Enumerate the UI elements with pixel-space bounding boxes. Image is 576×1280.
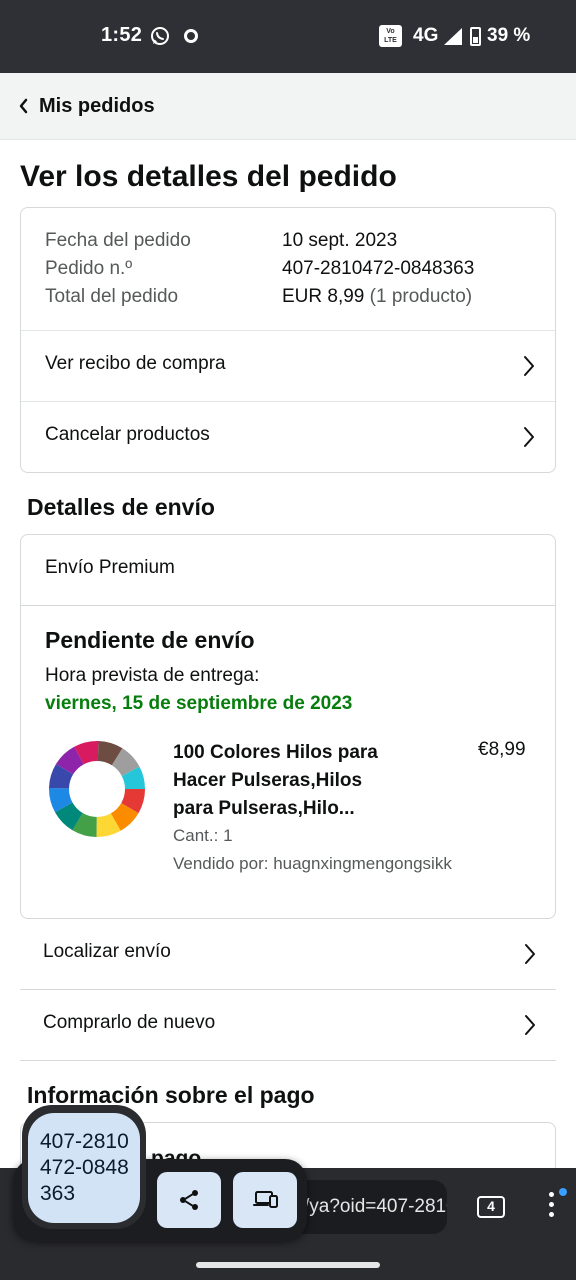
shipping-section-title: Detalles de envío (27, 494, 215, 520)
status-time: 1:52 (101, 24, 143, 46)
url-text: /ya?oid=407-2810472-0848363 (304, 1196, 447, 1217)
shipping-method: Envío Premium (45, 557, 175, 578)
order-total-value: EUR 8,99 (1 producto) (282, 286, 472, 308)
share-icon (180, 1190, 198, 1210)
order-total-amount: EUR 8,99 (282, 286, 365, 307)
home-indicator[interactable] (196, 1262, 380, 1268)
delivery-eta-date: viernes, 15 de septiembre de 2023 (45, 693, 353, 714)
buy-again-label: Comprarlo de nuevo (43, 1012, 216, 1033)
chevron-right-icon (524, 356, 534, 376)
back-to-orders-link[interactable]: Mis pedidos (39, 95, 155, 118)
whatsapp-icon (151, 27, 169, 45)
chevron-right-icon (525, 944, 535, 964)
order-date-label: Fecha del pedido (45, 230, 191, 251)
volte-icon: Vo LTE (379, 25, 402, 47)
url-bar[interactable]: /ya?oid=407-2810472-0848363 (290, 1180, 447, 1234)
order-total-row: Total del pedido EUR 8,99 (1 producto) (45, 286, 472, 308)
divider (21, 605, 555, 606)
tab-switcher-button[interactable]: 4 (477, 1196, 505, 1218)
delivery-eta-label: Hora prevista de entrega: (45, 665, 260, 686)
chevron-right-icon (525, 1015, 535, 1035)
clipboard-text: 407-2810472-0848363 (40, 1130, 129, 1205)
order-total-label: Total del pedido (45, 286, 179, 307)
page-title: Ver los detalles del pedido (20, 160, 397, 193)
status-bar: 1:52 Vo LTE 4G 39 % (0, 0, 576, 73)
order-number-row: Pedido n.º 407-2810472-0848363 (45, 258, 474, 280)
product-seller: Vendido por: huagnxingmengongsikk (173, 854, 452, 873)
battery-percent: 39 % (487, 25, 531, 46)
view-receipt-row[interactable]: Ver recibo de compra (21, 330, 555, 401)
shipping-card: Envío Premium Pendiente de envío Hora pr… (20, 534, 556, 919)
order-number-value: 407-2810472-0848363 (282, 258, 475, 279)
order-date-row: Fecha del pedido 10 sept. 2023 (45, 230, 397, 252)
network-type: 4G (413, 25, 439, 46)
shipping-status: Pendiente de envío (45, 627, 255, 653)
product-title-link[interactable]: 100 Colores Hilos para Hacer Pulseras,Hi… (173, 739, 403, 823)
order-number-label: Pedido n.º (45, 258, 133, 279)
product-thumbnail[interactable] (47, 739, 147, 839)
order-summary-card: Fecha del pedido 10 sept. 2023 Pedido n.… (20, 207, 556, 473)
chevron-left-icon[interactable] (18, 98, 30, 114)
update-badge (559, 1188, 567, 1196)
share-button[interactable] (157, 1172, 221, 1228)
buy-again-row[interactable]: Comprarlo de nuevo (20, 990, 556, 1061)
chevron-right-icon (524, 427, 534, 447)
cancel-products-row[interactable]: Cancelar productos (21, 401, 555, 472)
devices-icon (253, 1191, 278, 1208)
send-to-device-button[interactable] (233, 1172, 297, 1228)
more-options-icon[interactable] (546, 1192, 556, 1222)
track-shipment-row[interactable]: Localizar envío (20, 919, 556, 990)
view-receipt-label: Ver recibo de compra (45, 353, 226, 374)
order-date-value: 10 sept. 2023 (282, 230, 398, 251)
product-quantity: Cant.: 1 (173, 826, 233, 845)
cancel-products-label: Cancelar productos (45, 424, 210, 445)
track-shipment-label: Localizar envío (43, 941, 171, 962)
signal-icon (444, 28, 462, 45)
order-item-count: (1 producto) (369, 286, 473, 307)
product-price: €8,99 (478, 739, 526, 760)
battery-icon (470, 27, 481, 46)
circle-notification-icon (184, 29, 198, 43)
